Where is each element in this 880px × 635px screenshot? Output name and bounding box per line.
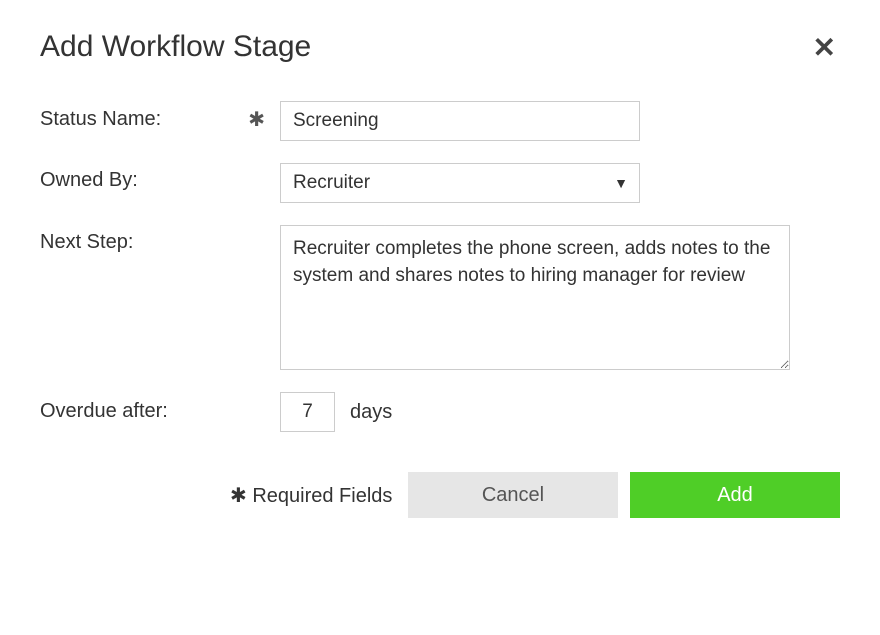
next-step-textarea[interactable]	[280, 225, 790, 370]
overdue-after-input[interactable]	[280, 392, 335, 432]
cancel-button[interactable]: Cancel	[408, 472, 618, 518]
owned-by-value: Recruiter	[293, 172, 370, 194]
overdue-after-label: Overdue after:	[40, 400, 168, 423]
status-name-input[interactable]	[280, 101, 640, 141]
required-star-icon: ✱	[248, 107, 265, 132]
owned-by-label: Owned By:	[40, 169, 138, 192]
required-fields-note: ✱ Required Fields	[230, 483, 392, 508]
add-button[interactable]: Add	[630, 472, 840, 518]
owned-by-select[interactable]: Recruiter	[280, 163, 640, 203]
close-icon[interactable]: ✕	[809, 30, 840, 66]
overdue-unit-label: days	[350, 401, 392, 424]
dialog-title: Add Workflow Stage	[40, 30, 311, 64]
next-step-label: Next Step:	[40, 231, 133, 254]
chevron-down-icon: ▼	[614, 175, 628, 191]
status-name-label: Status Name:	[40, 108, 161, 131]
